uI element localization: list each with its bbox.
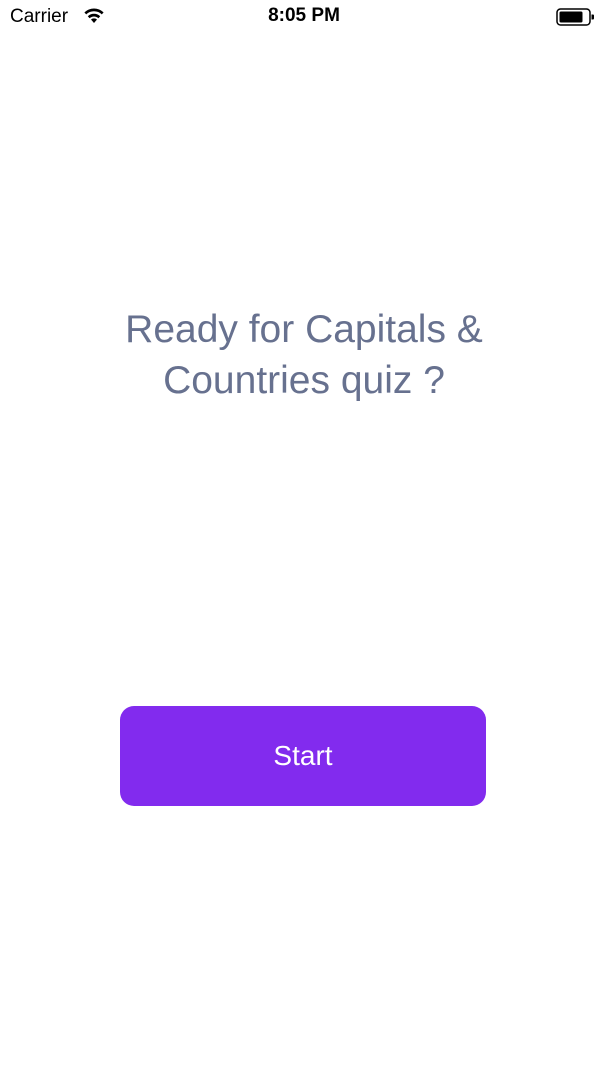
start-button-label: Start — [273, 740, 333, 771]
battery-icon — [556, 8, 594, 26]
status-bar: Carrier 8:05 PM — [0, 0, 608, 34]
quiz-title: Ready for Capitals & Countries quiz ? — [60, 304, 548, 406]
status-time: 8:05 PM — [268, 5, 340, 26]
quiz-title-line-2: Countries quiz ? — [163, 359, 445, 402]
quiz-title-line-1: Ready for Capitals & — [125, 308, 483, 351]
start-button[interactable]: Start — [120, 706, 486, 806]
